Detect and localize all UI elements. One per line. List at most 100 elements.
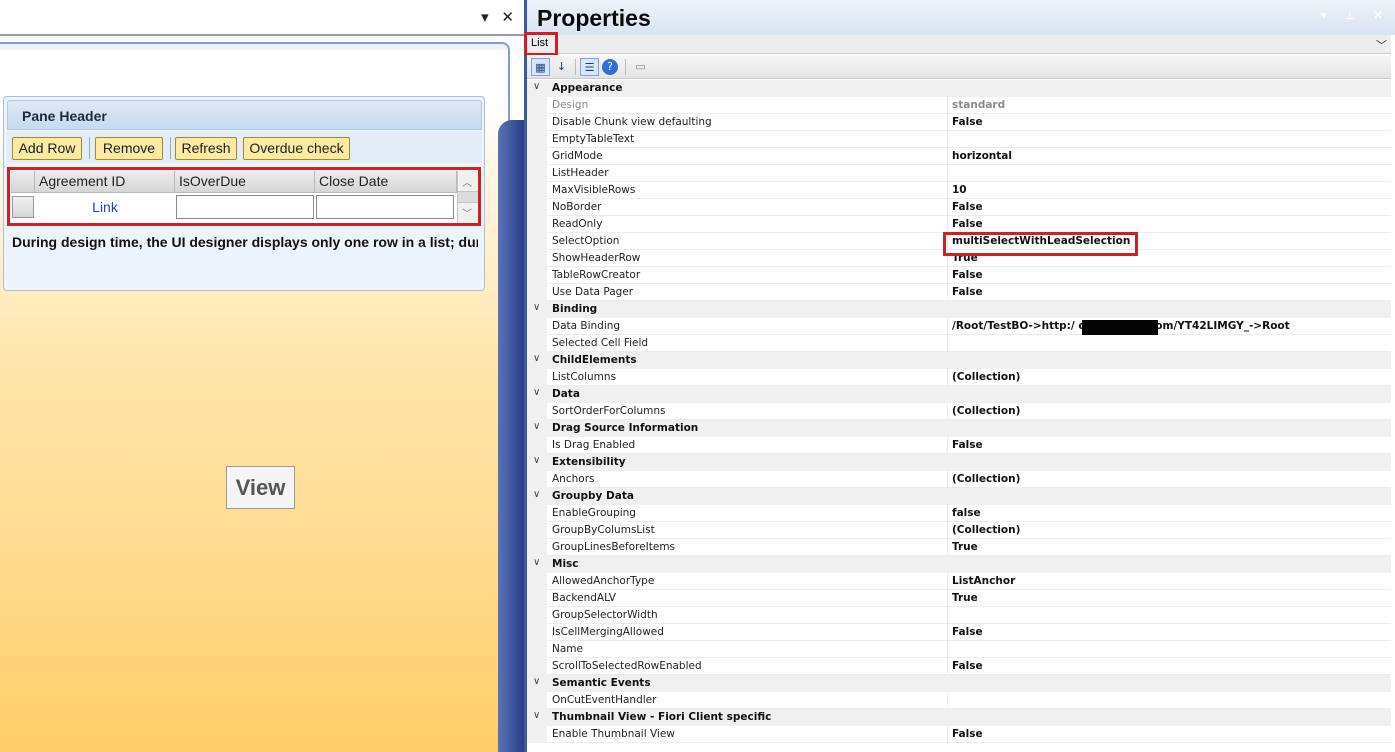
property-row[interactable]: GroupSelectorWidth bbox=[527, 607, 1391, 624]
property-value[interactable]: (Collection) bbox=[952, 405, 1020, 417]
chevron-down-icon[interactable]: ﹀ bbox=[1376, 37, 1387, 53]
property-name: Enable Thumbnail View bbox=[552, 728, 675, 740]
property-row[interactable]: Is Drag Enabled False bbox=[527, 437, 1391, 454]
property-name: BackendALV bbox=[552, 592, 616, 604]
collapse-chevron-icon[interactable]: ∨ bbox=[533, 421, 540, 432]
property-name: GroupLinesBeforeItems bbox=[552, 541, 676, 553]
property-name: OnCutEventHandler bbox=[552, 694, 657, 706]
property-name: GroupByColumsList bbox=[552, 524, 655, 536]
property-row[interactable]: MaxVisibleRows 10 bbox=[527, 182, 1391, 199]
property-row[interactable]: IsCellMergingAllowed False bbox=[527, 624, 1391, 641]
properties-panel: Properties ▾ ⊥ ✕ List ﹀ ▦ ↓ ☰ ? ▭ ∨ Appea… bbox=[524, 0, 1395, 752]
alphabetical-sort-icon[interactable]: ↓ bbox=[552, 58, 571, 76]
collapse-chevron-icon[interactable]: ∨ bbox=[533, 489, 540, 500]
property-value[interactable]: horizontal bbox=[952, 150, 1012, 162]
property-value[interactable]: False bbox=[952, 728, 983, 740]
property-row[interactable]: OnCutEventHandler bbox=[527, 692, 1391, 709]
property-value[interactable]: false bbox=[952, 507, 981, 519]
collapse-chevron-icon[interactable]: ∨ bbox=[533, 387, 540, 398]
property-row[interactable]: Anchors (Collection) bbox=[527, 471, 1391, 488]
overdue-check-button[interactable]: Overdue check bbox=[243, 137, 350, 160]
property-row[interactable]: GroupLinesBeforeItems True bbox=[527, 539, 1391, 556]
property-row[interactable]: EnableGrouping false bbox=[527, 505, 1391, 522]
property-value[interactable]: (Collection) bbox=[952, 473, 1020, 485]
collapse-chevron-icon[interactable]: ∨ bbox=[533, 676, 540, 687]
property-row[interactable]: Use Data Pager False bbox=[527, 284, 1391, 301]
collapse-chevron-icon[interactable]: ∨ bbox=[533, 455, 540, 466]
property-row[interactable]: GroupByColumsList (Collection) bbox=[527, 522, 1391, 539]
property-value[interactable]: (Collection) bbox=[952, 524, 1020, 536]
property-row[interactable]: Enable Thumbnail View False bbox=[527, 726, 1391, 743]
help-icon[interactable]: ? bbox=[602, 59, 618, 75]
property-value[interactable]: False bbox=[952, 201, 983, 213]
close-icon[interactable]: ✕ bbox=[501, 8, 514, 26]
property-name: Selected Cell Field bbox=[552, 337, 649, 349]
property-row[interactable]: ScrollToSelectedRowEnabled False bbox=[527, 658, 1391, 675]
property-row[interactable]: Design standard bbox=[527, 97, 1391, 114]
property-row[interactable]: ReadOnly False bbox=[527, 216, 1391, 233]
category-row[interactable]: ∨ Data bbox=[527, 386, 1391, 403]
property-row[interactable]: GridMode horizontal bbox=[527, 148, 1391, 165]
property-name: Data Binding bbox=[552, 320, 621, 332]
property-value[interactable]: ListAnchor bbox=[952, 575, 1015, 587]
property-value[interactable]: False bbox=[952, 269, 983, 281]
category-row[interactable]: ∨ Extensibility bbox=[527, 454, 1391, 471]
category-row[interactable]: ∨ Groupby Data bbox=[527, 488, 1391, 505]
property-row[interactable]: SortOrderForColumns (Collection) bbox=[527, 403, 1391, 420]
property-value[interactable]: standard bbox=[952, 99, 1005, 111]
remove-button[interactable]: Remove bbox=[95, 137, 163, 160]
add-row-button[interactable]: Add Row bbox=[12, 137, 82, 160]
collapse-chevron-icon[interactable]: ∨ bbox=[533, 557, 540, 568]
property-row[interactable]: NoBorder False bbox=[527, 199, 1391, 216]
property-row[interactable]: Name bbox=[527, 641, 1391, 658]
refresh-button[interactable]: Refresh bbox=[175, 137, 237, 160]
category-row[interactable]: ∨ Binding bbox=[527, 301, 1391, 318]
collapse-chevron-icon[interactable]: ∨ bbox=[533, 81, 540, 92]
collapse-chevron-icon[interactable]: ∨ bbox=[533, 353, 540, 364]
property-value[interactable]: True bbox=[952, 541, 978, 553]
property-row[interactable]: Disable Chunk view defaulting False bbox=[527, 114, 1391, 131]
property-value[interactable]: False bbox=[952, 660, 983, 672]
property-name: Design bbox=[552, 99, 589, 111]
property-row[interactable]: TableRowCreator False bbox=[527, 267, 1391, 284]
properties-view-icon[interactable]: ☰ bbox=[580, 58, 599, 76]
property-pages-icon[interactable]: ▭ bbox=[631, 58, 650, 76]
object-selector[interactable]: List ﹀ bbox=[527, 35, 1391, 54]
collapse-chevron-icon[interactable]: ∨ bbox=[533, 302, 540, 313]
close-icon[interactable]: ✕ bbox=[1373, 8, 1383, 22]
category-label: ChildElements bbox=[552, 354, 637, 366]
property-row[interactable]: Selected Cell Field bbox=[527, 335, 1391, 352]
property-value[interactable]: (Collection) bbox=[952, 371, 1020, 383]
property-value[interactable]: 10 bbox=[952, 184, 967, 196]
property-value[interactable]: False bbox=[952, 626, 983, 638]
property-row[interactable]: ListColumns (Collection) bbox=[527, 369, 1391, 386]
property-row[interactable]: EmptyTableText bbox=[527, 131, 1391, 148]
view-label: View bbox=[226, 466, 295, 509]
properties-toolbar: ▦ ↓ ☰ ? ▭ bbox=[527, 55, 1391, 79]
property-name: SelectOption bbox=[552, 235, 620, 247]
categorized-icon[interactable]: ▦ bbox=[531, 58, 550, 76]
property-name: GridMode bbox=[552, 150, 603, 162]
dropdown-icon[interactable]: ▾ bbox=[481, 8, 489, 26]
property-row[interactable]: BackendALV True bbox=[527, 590, 1391, 607]
category-label: Drag Source Information bbox=[552, 422, 699, 434]
property-value[interactable]: False bbox=[952, 439, 983, 451]
property-value[interactable]: False bbox=[952, 218, 983, 230]
category-row[interactable]: ∨ ChildElements bbox=[527, 352, 1391, 369]
pin-icon[interactable]: ⊥ bbox=[1345, 8, 1355, 22]
property-row[interactable]: AllowedAnchorType ListAnchor bbox=[527, 573, 1391, 590]
property-value[interactable]: False bbox=[952, 286, 983, 298]
category-row[interactable]: ∨ Misc bbox=[527, 556, 1391, 573]
property-row[interactable]: Data Binding/Root/TestBO->http:/ one-off… bbox=[527, 318, 1391, 335]
property-row[interactable]: ListHeader bbox=[527, 165, 1391, 182]
property-value[interactable]: True bbox=[952, 592, 978, 604]
category-row[interactable]: ∨ Semantic Events bbox=[527, 675, 1391, 692]
property-value[interactable]: False bbox=[952, 116, 983, 128]
dropdown-icon[interactable]: ▾ bbox=[1321, 8, 1327, 22]
category-label: Groupby Data bbox=[552, 490, 634, 502]
category-row[interactable]: ∨ Drag Source Information bbox=[527, 420, 1391, 437]
collapse-chevron-icon[interactable]: ∨ bbox=[533, 710, 540, 721]
category-label: Thumbnail View - Fiori Client specific bbox=[552, 711, 772, 723]
category-row[interactable]: ∨ Appearance bbox=[527, 80, 1391, 97]
category-row[interactable]: ∨ Thumbnail View - Fiori Client specific bbox=[527, 709, 1391, 726]
